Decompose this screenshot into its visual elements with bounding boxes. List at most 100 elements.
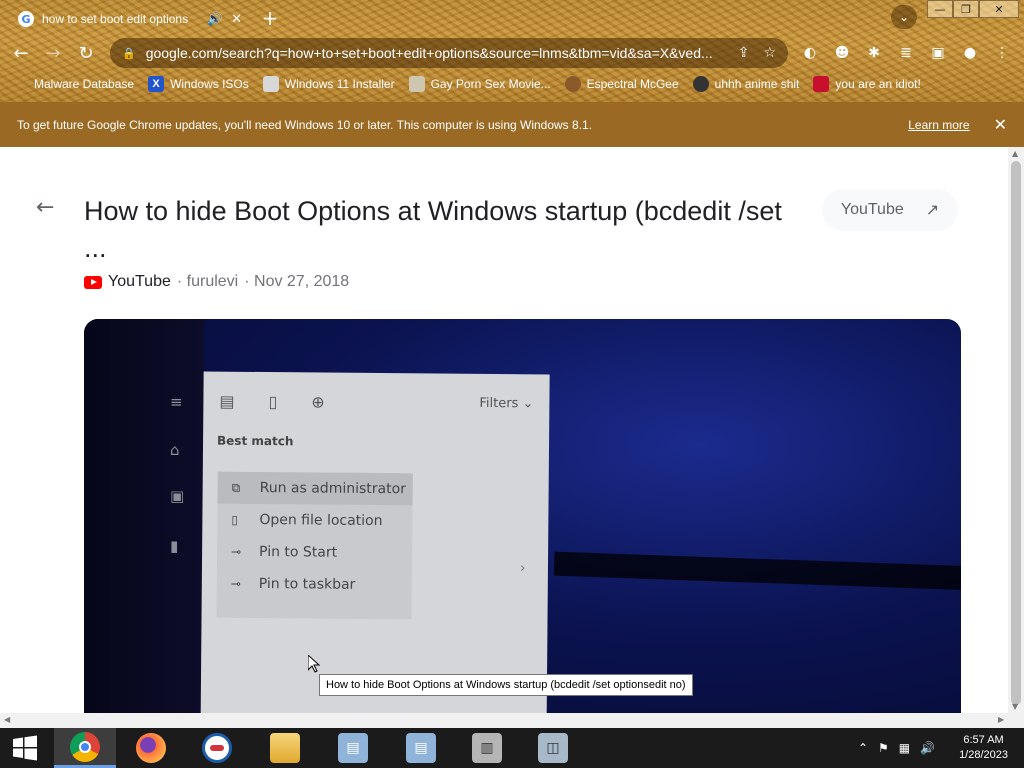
action-center-flag-icon[interactable]: ⚑: [878, 741, 889, 755]
scroll-up-icon[interactable]: ▲: [1012, 149, 1018, 158]
video-tooltip: How to hide Boot Options at Windows star…: [319, 674, 693, 696]
bookmark-item[interactable]: X Windows ISOs: [148, 76, 249, 92]
maximize-button[interactable]: ❐: [953, 0, 979, 18]
open-youtube-button[interactable]: YouTube ↗: [822, 189, 958, 231]
browser-frame: G how to set boot edit options 🔊 ✕ + ⌄ —…: [0, 0, 1024, 102]
bookmark-folder-icon: [12, 76, 28, 92]
scroll-down-icon[interactable]: ▼: [1012, 702, 1018, 711]
learn-more-link[interactable]: Learn more: [908, 118, 969, 132]
system-tray: ⌃ ⚑ ▦ 🔊 6:57 AM 1/28/2023: [858, 728, 1024, 768]
firefox-icon: [136, 733, 166, 763]
scroll-right-icon[interactable]: ▶: [998, 715, 1004, 724]
share-icon[interactable]: ⇪: [738, 45, 750, 61]
menu-kebab-icon[interactable]: ⋮: [992, 43, 1012, 63]
document-icon: ▯: [268, 392, 278, 412]
toolbar: ← → ↻ 🔒 google.com/search?q=how+to+set+b…: [0, 36, 1024, 68]
taskbar-obama-app[interactable]: [186, 728, 248, 768]
bookmark-item[interactable]: Windows 11 Installer: [262, 76, 395, 92]
vertical-scrollbar[interactable]: ▲ ▼: [1008, 147, 1024, 713]
taskbar-network-app-1[interactable]: ▤: [322, 728, 384, 768]
taskbar-monitor-app[interactable]: ◫: [522, 728, 584, 768]
volume-icon[interactable]: 🔊: [920, 741, 935, 755]
taskbar: ▤ ▤ ▥ ◫ ⌃ ⚑ ▦ 🔊 6:57 AM 1/28/2023: [0, 728, 1024, 768]
youtube-logo-icon: [84, 275, 102, 289]
close-window-button[interactable]: ✕: [979, 0, 1019, 18]
chrome-icon: [70, 731, 100, 762]
bookmarks-bar: Malware Database X Windows ISOs Windows 1…: [0, 72, 1024, 96]
hamburger-icon: ≡: [170, 393, 183, 411]
media-queue-icon[interactable]: ≣: [896, 43, 916, 63]
bookmark-item[interactable]: Malware Database: [12, 76, 134, 92]
globe-icon: ⊕: [311, 392, 325, 412]
site-icon: [408, 76, 425, 92]
profile-avatar-icon[interactable]: ●: [960, 43, 980, 63]
google-favicon-icon: G: [18, 11, 34, 27]
computer-network-icon: ▤: [406, 733, 436, 763]
documents-icon: ▣: [170, 487, 185, 505]
filters-dropdown: Filters ⌄: [479, 395, 534, 412]
extensions-puzzle-icon[interactable]: ✱: [864, 43, 884, 63]
taskbar-firefox[interactable]: [120, 728, 182, 768]
side-panel-icon[interactable]: ▣: [928, 43, 948, 63]
taskbar-chrome[interactable]: [54, 728, 116, 768]
video-title: How to hide Boot Options at Windows star…: [84, 196, 782, 263]
image-icon: [262, 76, 279, 92]
scroll-left-icon[interactable]: ◀: [4, 715, 10, 724]
address-bar[interactable]: 🔒 google.com/search?q=how+to+set+boot+ed…: [110, 38, 788, 68]
tab-title: how to set boot edit options: [42, 12, 189, 26]
clock[interactable]: 6:57 AM 1/28/2023: [959, 733, 1008, 763]
avatar-icon: [564, 76, 581, 92]
forward-button[interactable]: →: [40, 40, 66, 66]
minimize-button[interactable]: —: [927, 0, 953, 18]
taskbar-store[interactable]: ▥: [456, 728, 518, 768]
start-menu-tabs: ▤ ▯ ⊕: [219, 392, 325, 412]
address-url[interactable]: google.com/search?q=how+to+set+boot+edit…: [146, 45, 724, 61]
tab-close-icon[interactable]: ✕: [231, 12, 242, 27]
bookmark-item[interactable]: Gay Porn Sex Movie...: [408, 76, 551, 92]
network-icon[interactable]: ▦: [899, 741, 910, 755]
open-external-icon: ↗: [925, 202, 940, 219]
infobar-message: To get future Google Chrome updates, you…: [17, 117, 593, 132]
meta-date: · Nov 27, 2018: [244, 273, 350, 290]
bookmark-item[interactable]: you are an idiot!: [813, 76, 921, 92]
speaker-icon[interactable]: 🔊: [207, 12, 223, 27]
infobar-close-icon[interactable]: ✕: [994, 115, 1007, 135]
context-run-as-admin: ⧉ Run as administrator: [217, 471, 413, 506]
bookmark-item[interactable]: Espectral McGee: [564, 76, 679, 92]
context-pin-to-start: ⊸ Pin to Start: [231, 543, 338, 561]
back-arrow-icon[interactable]: ←: [36, 195, 54, 220]
bookmark-star-icon[interactable]: ☆: [763, 45, 776, 61]
tray-overflow-icon[interactable]: ⌃: [858, 741, 868, 755]
home-icon: ⌂: [170, 441, 180, 459]
device-icon: ▮: [170, 537, 179, 555]
meta-source: YouTube: [108, 273, 171, 290]
back-button[interactable]: ←: [8, 40, 34, 66]
bookmark-item[interactable]: uhhh anime shit: [692, 76, 799, 92]
horizontal-scrollbar[interactable]: ◀ ▶: [0, 713, 1024, 728]
taskbar-network-app-2[interactable]: ▤: [390, 728, 452, 768]
video-player[interactable]: ≡ ⌂ ▣ ▮ ▤ ▯ ⊕ Filters ⌄ Best match ⧉ Run …: [84, 319, 961, 713]
video-left-bar: [84, 319, 204, 713]
shield-window-icon: ⧉: [231, 480, 241, 495]
tab-search-button[interactable]: ⌄: [891, 5, 917, 29]
chevron-right-icon: ›: [519, 560, 526, 577]
new-tab-button[interactable]: +: [258, 6, 282, 30]
best-match-heading: Best match: [217, 433, 294, 449]
taskbar-file-explorer[interactable]: [254, 728, 316, 768]
page-content: ← How to hide Boot Options at Windows st…: [0, 147, 1008, 713]
obama-logo-icon: [202, 733, 232, 763]
video-dark-streak: [553, 551, 961, 591]
browser-tab[interactable]: G how to set boot edit options 🔊 ✕: [8, 4, 252, 34]
clock-date: 1/28/2023: [959, 749, 1008, 761]
anime-avatar-icon: [692, 76, 709, 92]
extension-flag-icon[interactable]: ◐: [800, 43, 820, 63]
context-open-file-location: ▯ Open file location: [231, 511, 383, 530]
apps-icon: ▤: [219, 391, 235, 411]
lock-icon[interactable]: 🔒: [122, 47, 136, 60]
extension-avatar-icon[interactable]: ☻: [832, 43, 852, 63]
reload-button[interactable]: ↻: [73, 40, 99, 66]
folder-icon: [270, 733, 300, 763]
start-button[interactable]: [0, 728, 50, 768]
context-menu: ⧉ Run as administrator ▯ Open file locatio…: [216, 471, 413, 620]
scrollbar-thumb[interactable]: [1011, 161, 1021, 705]
